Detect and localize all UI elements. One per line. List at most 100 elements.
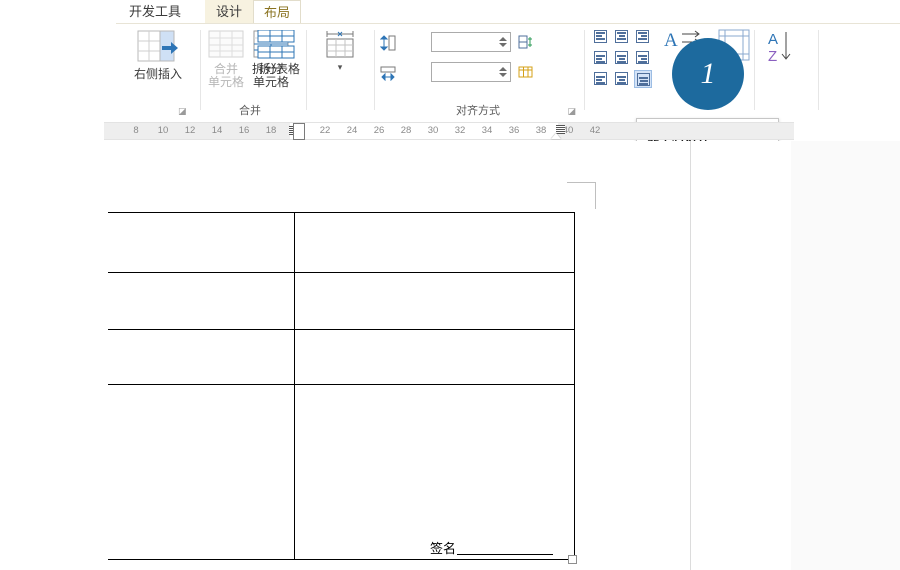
align-top-right-icon bbox=[636, 30, 649, 43]
group-divider bbox=[754, 30, 755, 110]
ruler-tick: 36 bbox=[508, 125, 520, 136]
workspace-background bbox=[791, 141, 900, 570]
tab-design[interactable]: 设计 bbox=[205, 0, 253, 24]
right-indent-marker[interactable] bbox=[551, 133, 561, 139]
align-middle-right-icon bbox=[636, 51, 649, 64]
hanging-indent-marker[interactable] bbox=[293, 131, 305, 140]
ruler-tick: 30 bbox=[427, 125, 439, 136]
group-divider bbox=[200, 30, 201, 110]
merge-cells-button[interactable]: 合并 单元格 bbox=[204, 30, 248, 89]
distribute-columns-icon bbox=[518, 64, 534, 85]
distribute-columns-button[interactable] bbox=[518, 64, 582, 85]
group-divider bbox=[306, 30, 307, 110]
align-bottom-center-button[interactable] bbox=[613, 70, 631, 88]
split-table-button[interactable]: 拆分表格 bbox=[250, 29, 302, 76]
table-right-border bbox=[574, 273, 575, 329]
insert-right-label: 右侧插入 bbox=[133, 67, 182, 81]
align-middle-right-button[interactable] bbox=[634, 49, 652, 67]
document-table[interactable]: 签名 bbox=[108, 212, 575, 560]
table-column-divider bbox=[294, 213, 295, 272]
ruler-tick: 32 bbox=[454, 125, 466, 136]
align-top-right-button[interactable] bbox=[634, 28, 652, 46]
split-table-icon bbox=[254, 29, 298, 60]
ruler-tick: 34 bbox=[481, 125, 493, 136]
align-middle-center-icon bbox=[615, 51, 628, 64]
ruler-tick: 12 bbox=[184, 125, 196, 136]
ruler-tick: 8 bbox=[133, 125, 139, 136]
align-middle-left-icon bbox=[594, 51, 607, 64]
align-top-center-button[interactable] bbox=[613, 28, 631, 46]
row-height-icon bbox=[379, 34, 396, 57]
ruler-tick: 16 bbox=[238, 125, 250, 136]
tab-label: 布局 bbox=[263, 5, 290, 20]
table-row[interactable] bbox=[108, 212, 575, 272]
rows-columns-dialog-launcher[interactable]: ◪ bbox=[178, 106, 187, 117]
distribute-rows-button[interactable] bbox=[518, 34, 582, 55]
align-middle-center-button[interactable] bbox=[613, 49, 631, 67]
ribbon-group-split-table: 拆分表格 bbox=[246, 24, 306, 120]
sort-az-icon: A Z bbox=[766, 28, 806, 66]
align-bottom-center-icon bbox=[615, 72, 628, 85]
ruler-tick: 14 bbox=[211, 125, 223, 136]
table-row[interactable]: 签名 bbox=[108, 384, 575, 560]
ruler-tick: 28 bbox=[400, 125, 412, 136]
table-row[interactable] bbox=[108, 272, 575, 329]
table-column-divider bbox=[294, 385, 295, 559]
page-outside-area bbox=[691, 141, 791, 570]
table-resize-handle[interactable] bbox=[568, 555, 577, 564]
document-canvas[interactable]: 签名 bbox=[0, 141, 900, 570]
tab-developer-tools[interactable]: 开发工具 bbox=[116, 0, 194, 24]
ruler-tick: 10 bbox=[157, 125, 169, 136]
svg-text:Z: Z bbox=[768, 48, 777, 65]
table-row[interactable] bbox=[108, 329, 575, 384]
ribbon-group-autofit: ▾ bbox=[308, 24, 372, 120]
cell-height-input[interactable] bbox=[431, 32, 511, 52]
insert-right-icon bbox=[136, 28, 180, 64]
step-badge-1: 1 bbox=[672, 38, 744, 110]
cell-width-input[interactable] bbox=[431, 62, 511, 82]
cell-height-stepper[interactable] bbox=[498, 35, 507, 51]
autofit-icon bbox=[323, 30, 357, 60]
insert-right-button[interactable]: 右侧插入 bbox=[122, 28, 194, 81]
ruler-tick: 26 bbox=[373, 125, 385, 136]
ribbon-group-rows-columns: 右侧插入 ◪ bbox=[116, 24, 200, 120]
align-bottom-left-icon bbox=[594, 72, 607, 85]
signature-label: 签名 bbox=[429, 541, 456, 556]
align-top-left-button[interactable] bbox=[592, 28, 610, 46]
autofit-button[interactable]: ▾ bbox=[310, 30, 370, 72]
signature-cell-text[interactable]: 签名 bbox=[430, 538, 553, 557]
merge-cells-label-line2: 单元格 bbox=[207, 75, 244, 89]
align-bottom-left-button[interactable] bbox=[592, 70, 610, 88]
distribute-rows-icon bbox=[518, 34, 534, 55]
cell-size-dialog-launcher[interactable]: ◪ bbox=[567, 106, 576, 117]
ribbon: 右侧插入 ◪ 合并 单元格 拆分 单元格 合并 拆分表格 ▾ 对齐方式 ◪ A … bbox=[0, 24, 900, 120]
step-badge-number: 1 bbox=[700, 57, 716, 90]
ribbon-group-cell-size: 对齐方式 ◪ bbox=[376, 24, 580, 120]
horizontal-ruler[interactable]: 8 10 12 14 16 18 20 22 24 26 28 30 32 34… bbox=[104, 122, 794, 140]
sort-button[interactable]: A Z bbox=[762, 28, 810, 68]
merge-cells-icon bbox=[206, 30, 246, 60]
table-column-divider bbox=[294, 273, 295, 329]
tab-layout[interactable]: 布局 bbox=[253, 0, 301, 25]
ruler-tick: 18 bbox=[265, 125, 277, 136]
autofit-dropdown-arrow-icon[interactable]: ▾ bbox=[310, 63, 370, 72]
document-page[interactable]: 签名 bbox=[0, 141, 691, 570]
split-table-label: 拆分表格 bbox=[251, 62, 300, 76]
align-top-center-icon bbox=[615, 30, 628, 43]
align-top-left-icon bbox=[594, 30, 607, 43]
cell-width-row bbox=[378, 62, 524, 84]
tab-label: 开发工具 bbox=[128, 4, 181, 19]
ruler-tick: 38 bbox=[535, 125, 547, 136]
column-width-icon bbox=[380, 65, 396, 86]
ruler-tick: 42 bbox=[589, 125, 601, 136]
table-right-border bbox=[574, 330, 575, 384]
signature-underline bbox=[457, 554, 553, 555]
group-divider bbox=[584, 30, 585, 110]
cell-width-stepper[interactable] bbox=[498, 65, 507, 81]
align-bottom-right-button[interactable] bbox=[634, 70, 652, 88]
svg-text:A: A bbox=[768, 31, 778, 48]
ribbon-tab-strip: 开发工具 设计 布局 bbox=[0, 0, 900, 25]
ruler-tick: 24 bbox=[346, 125, 358, 136]
align-middle-left-button[interactable] bbox=[592, 49, 610, 67]
alignment-grid bbox=[592, 28, 654, 90]
